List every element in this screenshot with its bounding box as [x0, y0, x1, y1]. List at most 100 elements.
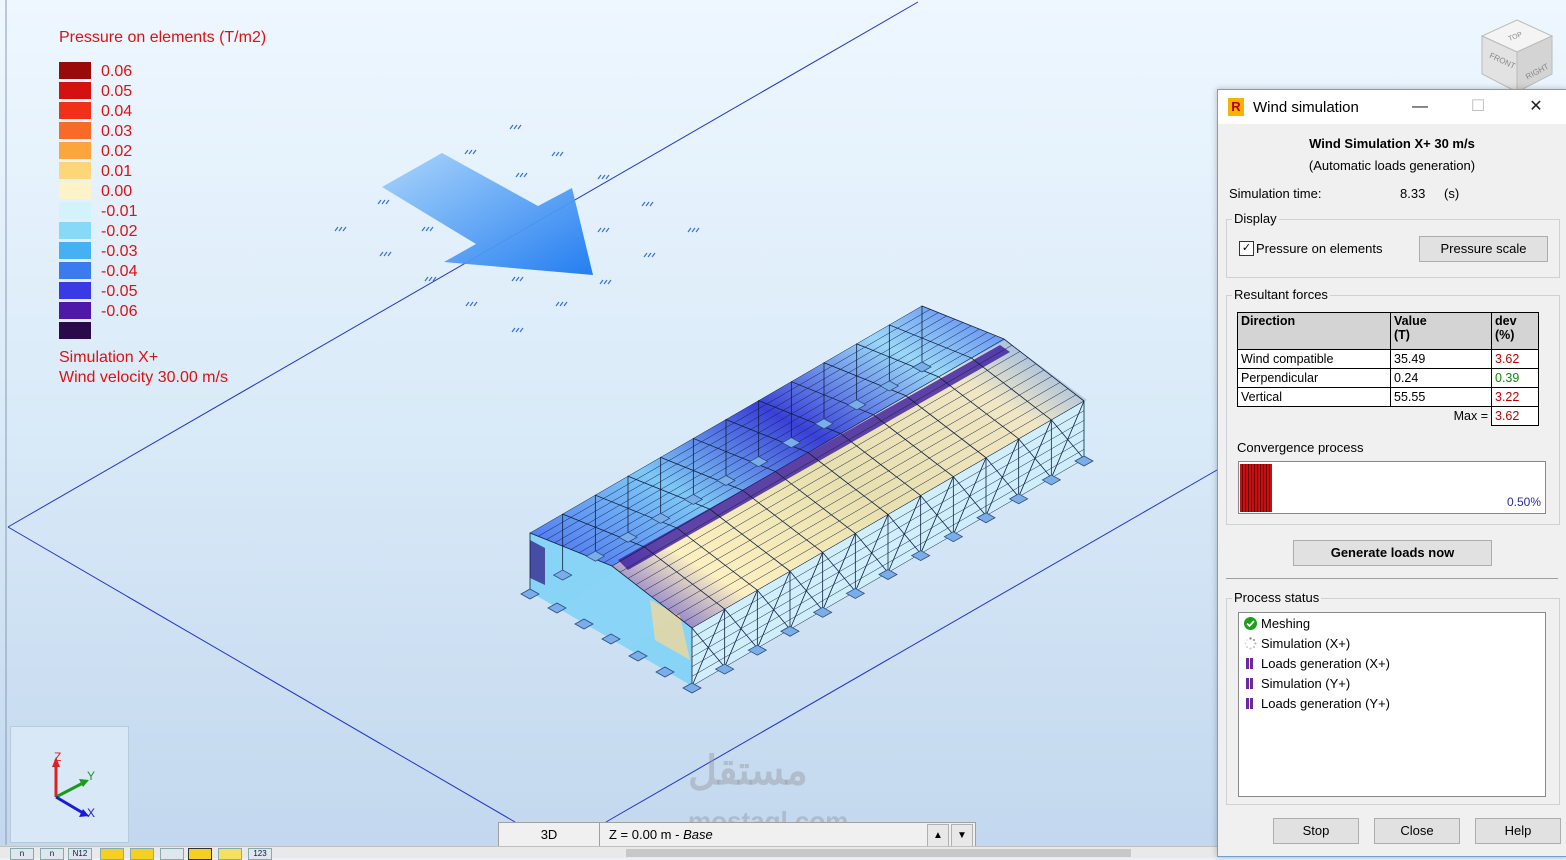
legend-swatch: [59, 222, 91, 239]
process-label: Simulation (X+): [1261, 636, 1351, 651]
legend-swatch: [59, 282, 91, 299]
axis-z-label: Z: [54, 750, 61, 764]
pressure-checkbox-label[interactable]: Pressure on elements: [1256, 241, 1382, 256]
level-down-button[interactable]: ▼: [951, 824, 973, 847]
table-max-row: Max = 3.62: [1238, 406, 1539, 426]
legend-swatch: [59, 102, 91, 119]
legend-swatch: [59, 302, 91, 319]
simulation-time-label: Simulation time:: [1229, 186, 1322, 201]
process-label: Simulation (Y+): [1261, 676, 1351, 691]
view-statusbar: 3D Z = 0.00 m - Base ▲ ▼: [498, 822, 976, 848]
toolbar-icon-123[interactable]: 123: [248, 848, 272, 860]
toolbar-icon-node-numbers[interactable]: n: [10, 848, 34, 860]
legend-value: 0.04: [101, 103, 133, 120]
max-label: Max =: [1453, 409, 1488, 424]
list-item: Meshing: [1244, 616, 1310, 634]
pause-icon: [1246, 658, 1253, 669]
legend-row: 0.04: [59, 102, 259, 121]
simulation-heading: Wind Simulation X+ 30 m/s: [1309, 136, 1475, 151]
legend-swatch: [59, 262, 91, 279]
legend-row: 0.00: [59, 182, 259, 201]
list-item: Loads generation (X+): [1244, 656, 1390, 674]
legend-value: -0.05: [101, 283, 138, 300]
legend-swatch: [59, 182, 91, 199]
legend-value: 0.05: [101, 83, 133, 100]
toolbar-icon-loads[interactable]: [130, 848, 154, 860]
level-indicator[interactable]: Z = 0.00 m - Base: [609, 823, 713, 847]
generate-loads-button[interactable]: Generate loads now: [1293, 540, 1492, 566]
convergence-value: 0.50%: [1506, 495, 1541, 509]
legend-row: -0.06: [59, 302, 259, 321]
list-item: Simulation (X+): [1244, 636, 1350, 654]
wind-particle: [641, 201, 654, 207]
pressure-checkbox[interactable]: ✓: [1239, 241, 1254, 256]
max-value: 3.62: [1491, 406, 1539, 426]
legend-row: 0.01: [59, 162, 259, 181]
simulation-label: Simulation X+: [59, 349, 159, 366]
legend-row: -0.01: [59, 202, 259, 221]
close-button[interactable]: Close: [1374, 818, 1460, 844]
minimize-icon[interactable]: —: [1400, 94, 1440, 120]
wind-particle: [643, 252, 656, 258]
legend-swatch: [59, 142, 91, 159]
legend-value: 0.02: [101, 143, 133, 160]
legend-value: 0.03: [101, 123, 133, 140]
legend-swatch: [59, 162, 91, 179]
level-up-button[interactable]: ▲: [927, 824, 949, 847]
wind-velocity-label: Wind velocity 30.00 m/s: [59, 369, 228, 386]
legend-value: -0.04: [101, 263, 138, 280]
close-icon[interactable]: ✕: [1516, 94, 1556, 120]
list-item: Loads generation (Y+): [1244, 696, 1390, 714]
stop-button[interactable]: Stop: [1273, 818, 1359, 844]
toolbar-icon-sections[interactable]: [160, 848, 184, 860]
support-footing: [682, 682, 702, 694]
legend-value: 0.01: [101, 163, 133, 180]
process-status-list: Meshing Simulation (X+) Loads generation…: [1238, 612, 1546, 797]
legend-row: -0.04: [59, 262, 259, 281]
robot-app-icon: R: [1228, 98, 1244, 116]
cell-direction: Vertical: [1237, 387, 1391, 407]
wind-direction-arrow: [382, 153, 593, 275]
display-group-label: Display: [1232, 211, 1279, 226]
cell-direction: Perpendicular: [1237, 368, 1391, 388]
table-row: Perpendicular 0.24 0.39: [1237, 368, 1539, 388]
cell-direction: Wind compatible: [1237, 349, 1391, 369]
wind-particle: [379, 251, 392, 257]
wind-particle: [599, 279, 612, 285]
spinner-icon: [1244, 637, 1257, 650]
check-circle-icon: [1244, 617, 1257, 630]
convergence-bars: [1240, 464, 1272, 512]
pressure-scale-button[interactable]: Pressure scale: [1419, 236, 1548, 262]
dialog-titlebar[interactable]: R Wind simulation — ☐ ✕: [1218, 90, 1566, 124]
resultant-forces-table: Direction Value (T) dev (%) Wind compatibl…: [1237, 312, 1539, 426]
legend-swatch: [59, 62, 91, 79]
horizontal-scrollbar[interactable]: [626, 849, 1131, 857]
legend-swatch: [59, 122, 91, 139]
view-mode-button[interactable]: 3D: [499, 823, 600, 847]
help-button[interactable]: Help: [1475, 818, 1561, 844]
table-row: Vertical 55.55 3.22: [1237, 387, 1539, 407]
toolbar-icon-panels[interactable]: [218, 848, 242, 860]
view-cube[interactable]: TOP FRONT RIGHT: [1478, 16, 1556, 94]
legend-swatch: [59, 242, 91, 259]
wind-particle: [551, 151, 564, 157]
cell-dev: 3.62: [1491, 349, 1539, 369]
pause-icon: [1246, 698, 1253, 709]
separator: [1226, 578, 1558, 579]
toolbar-icon-n12[interactable]: N12: [68, 848, 92, 860]
level-prefix: Z = 0.00 m -: [609, 827, 684, 842]
process-label: Loads generation (Y+): [1261, 696, 1391, 711]
header-dev: dev (%): [1491, 312, 1539, 350]
maximize-icon[interactable]: ☐: [1458, 94, 1498, 120]
cell-value: 0.24: [1390, 368, 1492, 388]
wind-particle: [597, 174, 610, 180]
legend-value: -0.01: [101, 203, 138, 220]
toolbar-icon-selected[interactable]: [188, 848, 212, 860]
toolbar-icon-supports[interactable]: [100, 848, 124, 860]
wind-particle: [597, 227, 610, 233]
process-label: Meshing: [1261, 616, 1311, 631]
legend-row: 0.05: [59, 82, 259, 101]
table-row: Wind compatible 35.49 3.62: [1237, 349, 1539, 369]
toolbar-icon-bar-numbers[interactable]: n: [40, 848, 64, 860]
wind-particle: [465, 301, 478, 307]
